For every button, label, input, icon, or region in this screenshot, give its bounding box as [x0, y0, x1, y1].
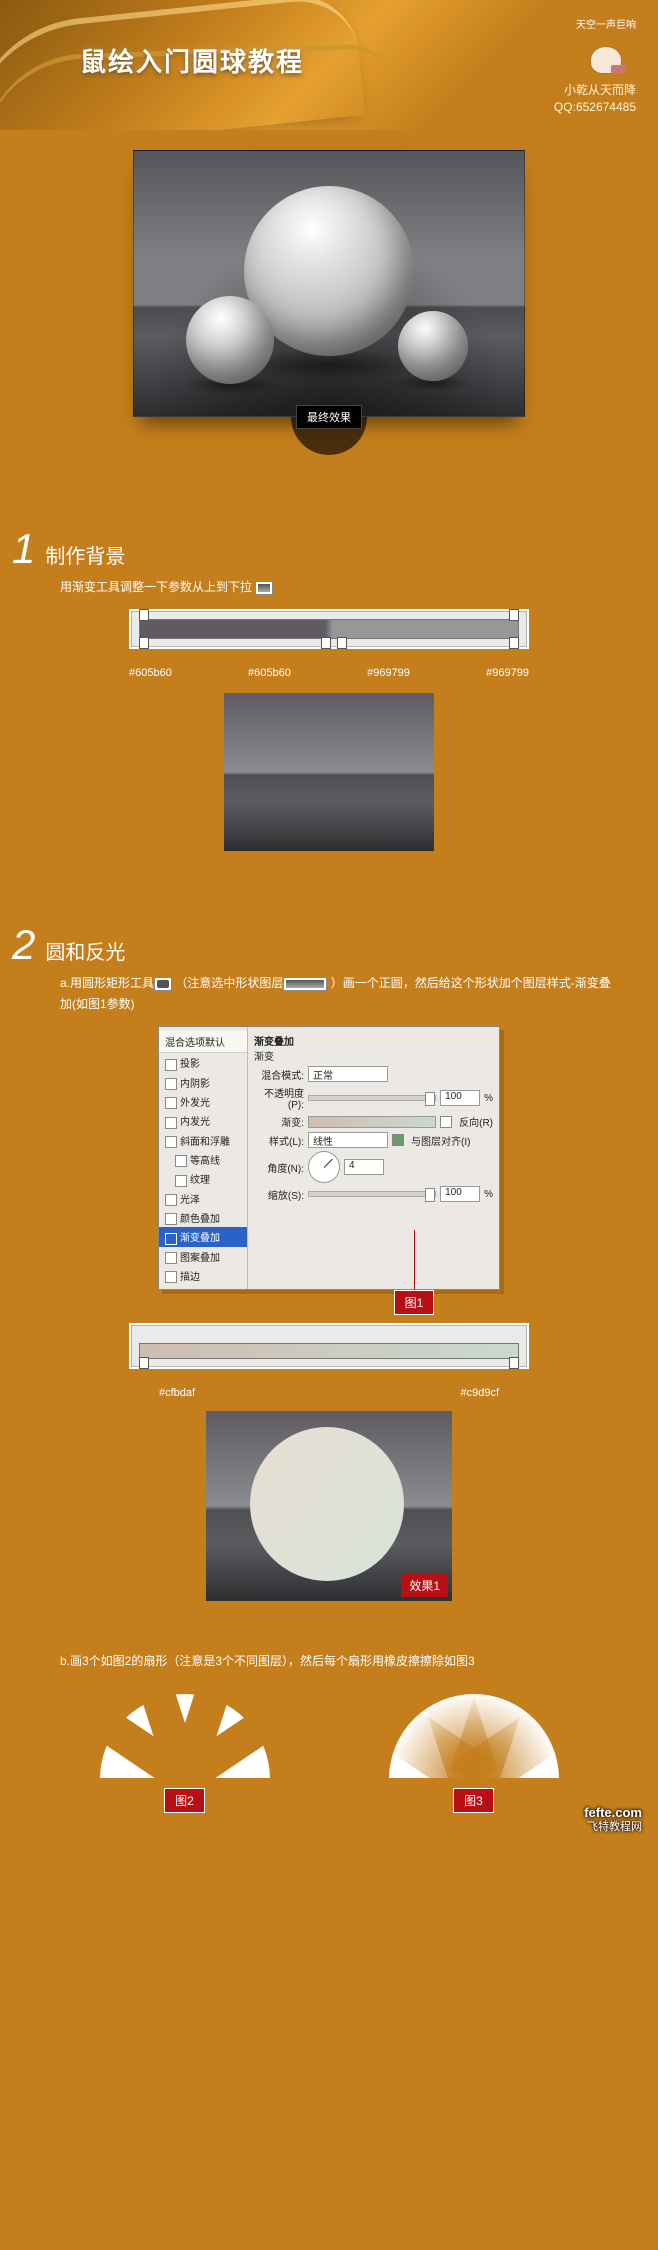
sphere-icon [186, 296, 274, 384]
callout-line [414, 1230, 415, 1290]
scale-slider[interactable] [308, 1191, 436, 1197]
color-code: #605b60 [129, 667, 172, 679]
style-item[interactable]: 外发光 [159, 1092, 247, 1111]
page-title: 鼠绘入门圆球教程 [80, 42, 304, 79]
gradient-editor [129, 609, 529, 649]
style-select[interactable]: 线性 [308, 1132, 388, 1148]
gradient-stop[interactable] [509, 637, 519, 649]
angle-input[interactable]: 4 [344, 1159, 384, 1175]
step-number: 2 [12, 921, 35, 969]
color-code: #c9d9cf [460, 1387, 499, 1399]
author-block: 小乾从天而降 QQ:652674485 [554, 82, 636, 116]
step-title: 制作背景 [45, 540, 125, 569]
pct: % [484, 1189, 493, 1200]
gradient-stop[interactable] [139, 637, 149, 649]
scale-input[interactable]: 100 [440, 1186, 480, 1202]
figure-tag-1: 图1 [394, 1290, 435, 1315]
circle-icon [250, 1427, 404, 1581]
scale-label: 缩放(S): [254, 1187, 304, 1202]
gradient-stop[interactable] [321, 637, 331, 649]
style-item[interactable]: 等高线 [159, 1150, 247, 1169]
grad-label: 渐变: [254, 1114, 304, 1129]
sphere-icon [398, 311, 468, 381]
reverse-check[interactable] [440, 1116, 452, 1128]
style-item[interactable]: 光泽 [159, 1189, 247, 1208]
background-preview [224, 693, 434, 851]
top-slogan: 天空一声巨响 [576, 16, 636, 31]
angle-label: 角度(N): [254, 1160, 304, 1175]
style-item[interactable]: 斜面和浮雕 [159, 1131, 247, 1150]
style-label: 样式(L): [254, 1133, 304, 1148]
gradient-stop[interactable] [509, 609, 519, 621]
step-description-b: b.画3个如图2的扇形（注意是3个不同图层），然后每个扇形用橡皮擦擦除如图3 [60, 1651, 618, 1671]
opacity-input[interactable]: 100 [440, 1090, 480, 1106]
blend-label: 混合模式: [254, 1067, 304, 1082]
circle-preview: 效果1 [206, 1411, 452, 1601]
gradient-tool-icon [255, 581, 273, 595]
effect-tag: 效果1 [401, 1574, 448, 1597]
gradient-picker[interactable] [308, 1116, 436, 1128]
shape-layer-icon [283, 977, 327, 991]
mascot-icon [590, 46, 622, 74]
fan-shape-erased [389, 1692, 559, 1778]
style-item[interactable]: 投影 [159, 1053, 247, 1072]
blend-select[interactable]: 正常 [308, 1066, 388, 1082]
author-qq: QQ:652674485 [554, 99, 636, 116]
align-label: 与图层对齐(I) [411, 1133, 470, 1148]
gradient-stop[interactable] [337, 637, 347, 649]
step-title: 圆和反光 [45, 936, 125, 965]
color-code: #969799 [486, 667, 529, 679]
gradient-bar[interactable] [139, 1343, 519, 1359]
final-result-section: 最终效果 [0, 130, 658, 485]
panel-title: 渐变叠加 [254, 1033, 493, 1048]
style-item[interactable]: 内阴影 [159, 1073, 247, 1092]
color-code: #cfbdaf [159, 1387, 195, 1399]
style-item[interactable]: 纹理 [159, 1169, 247, 1188]
pct: % [484, 1093, 493, 1104]
site-watermark: fefte.com 飞特教程网 [584, 1806, 642, 1832]
fan-shape-solid [100, 1692, 270, 1778]
step-number: 1 [12, 525, 35, 573]
result-badge: 最终效果 [296, 405, 362, 429]
opacity-label: 不透明度(P): [254, 1085, 304, 1111]
tutorial-header: 天空一声巨响 鼠绘入门圆球教程 小乾从天而降 QQ:652674485 [0, 0, 658, 130]
gradient-stop[interactable] [509, 1357, 519, 1369]
figure-tag-2: 图2 [164, 1788, 205, 1813]
author-name: 小乾从天而降 [554, 82, 636, 99]
color-code: #605b60 [248, 667, 291, 679]
style-list-title: 混合选项默认 [159, 1031, 247, 1053]
angle-dial[interactable] [308, 1151, 340, 1183]
color-code: #969799 [367, 667, 410, 679]
step-description: a.用圆形矩形工具 （注意选中形状图层 ）画一个正圆，然后给这个形状加个图层样式… [60, 973, 618, 1014]
gradient-stop[interactable] [139, 1357, 149, 1369]
align-check[interactable] [392, 1134, 404, 1146]
gradient-editor-2 [129, 1323, 529, 1369]
step-1: 1 制作背景 用渐变工具调整一下参数从上到下拉 #605b60 #605b60 … [0, 525, 658, 881]
shape-tool-icon [154, 977, 172, 991]
gradient-bar[interactable] [139, 619, 519, 639]
panel-subtitle: 渐变 [254, 1048, 493, 1063]
color-codes: #605b60 #605b60 #969799 #969799 [129, 667, 529, 679]
step-2: 2 圆和反光 a.用圆形矩形工具 （注意选中形状图层 ）画一个正圆，然后给这个形… [0, 921, 658, 1842]
fan-shapes-row: 图2 图3 [40, 1692, 618, 1813]
style-item[interactable]: 内发光 [159, 1111, 247, 1130]
style-item[interactable]: 颜色叠加 [159, 1208, 247, 1227]
gradient-stop[interactable] [139, 609, 149, 621]
color-codes: #cfbdaf #c9d9cf [129, 1387, 529, 1399]
opacity-slider[interactable] [308, 1095, 436, 1101]
figure-tag-3: 图3 [453, 1788, 494, 1813]
step-description: 用渐变工具调整一下参数从上到下拉 [60, 577, 618, 597]
reverse-label: 反向(R) [459, 1114, 493, 1129]
final-result-image [133, 150, 525, 417]
